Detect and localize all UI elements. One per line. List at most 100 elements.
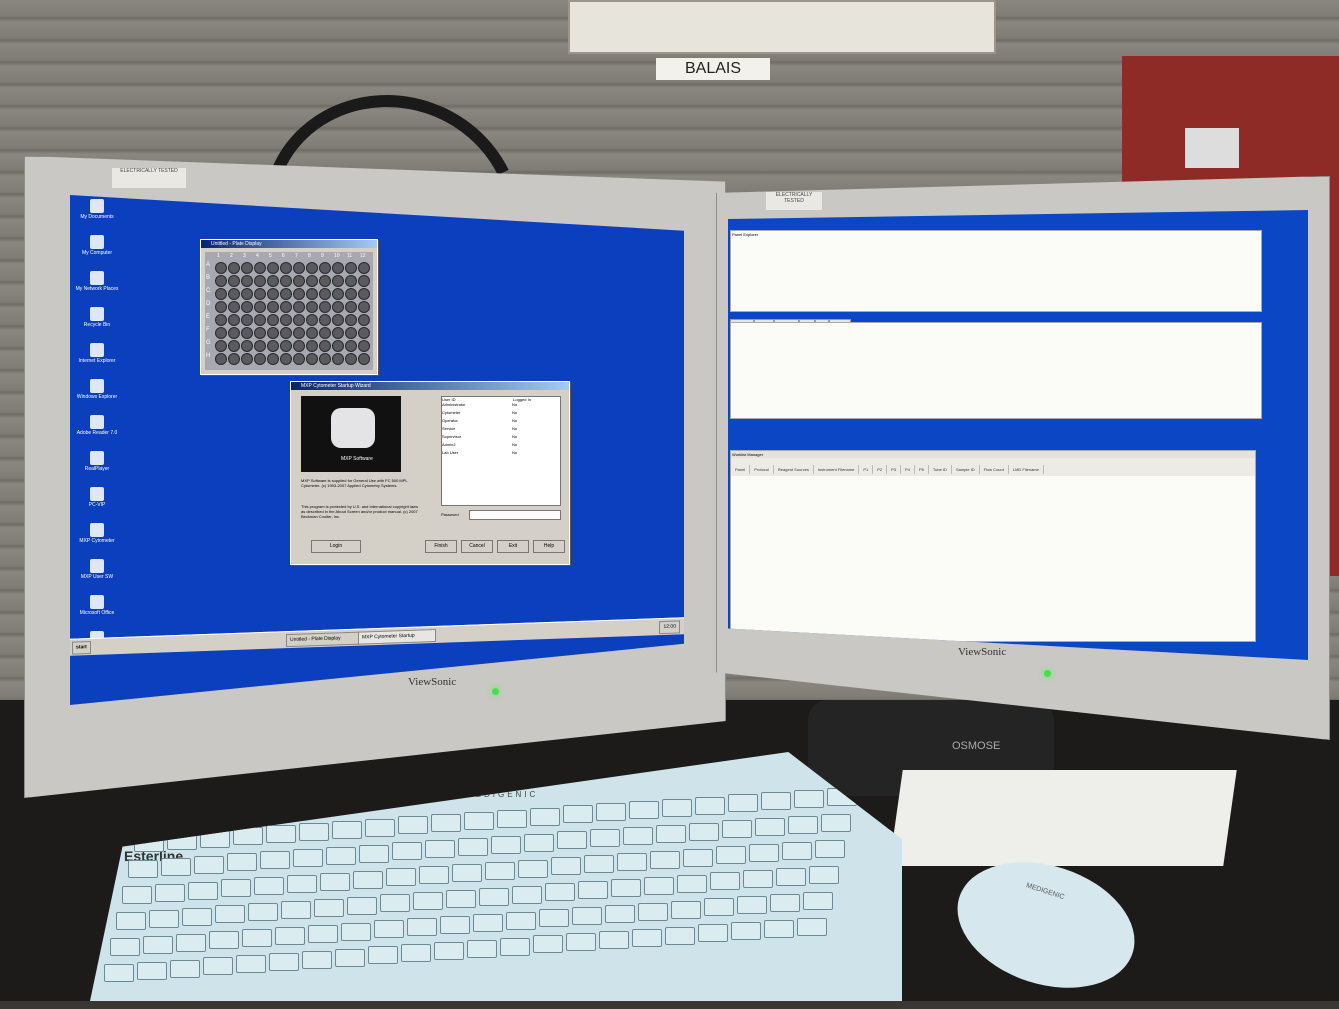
plate-well[interactable] — [293, 288, 305, 300]
keyboard-key[interactable] — [749, 844, 779, 863]
plate-well[interactable] — [358, 340, 370, 352]
plate-well[interactable] — [332, 275, 344, 287]
plate-well[interactable] — [254, 327, 266, 339]
plate-well[interactable] — [332, 288, 344, 300]
keyboard-key[interactable] — [425, 840, 455, 859]
keyboard-key[interactable] — [821, 813, 851, 832]
keyboard-key[interactable] — [266, 825, 296, 844]
plate-well[interactable] — [241, 275, 253, 287]
plate-well[interactable] — [332, 353, 344, 365]
keyboard-key[interactable] — [698, 924, 728, 943]
plate-well[interactable] — [267, 275, 279, 287]
column-header[interactable]: P2 — [873, 465, 888, 474]
plate-well[interactable] — [358, 262, 370, 274]
keyboard-key[interactable] — [545, 883, 575, 902]
plate-well[interactable] — [267, 288, 279, 300]
keyboard-key[interactable] — [386, 868, 416, 887]
plate-well[interactable] — [241, 327, 253, 339]
desktop-icon[interactable]: My Documents — [74, 199, 120, 220]
plate-well[interactable] — [228, 301, 240, 313]
keyboard-key[interactable] — [788, 816, 818, 834]
desktop-icon[interactable]: MXP Cytometer — [74, 523, 120, 544]
column-header[interactable]: P5 — [915, 465, 929, 474]
plate-well[interactable] — [293, 327, 305, 339]
plate-well[interactable] — [306, 288, 318, 300]
column-header[interactable]: Sample ID — [952, 465, 980, 474]
wizard-button-login[interactable]: Login — [311, 540, 361, 553]
plate-well[interactable] — [280, 327, 292, 339]
keyboard-key[interactable] — [671, 900, 701, 919]
keyboard-key[interactable] — [590, 829, 620, 848]
keyboard-key[interactable] — [605, 905, 635, 923]
keyboard-key[interactable] — [155, 883, 185, 902]
plate-well[interactable] — [345, 327, 357, 339]
keyboard-key[interactable] — [161, 857, 191, 876]
plate-well[interactable] — [358, 314, 370, 326]
keyboard-key[interactable] — [596, 803, 626, 822]
wizard-button-finish[interactable]: Finish — [425, 540, 457, 553]
column-header[interactable]: Panel — [731, 465, 751, 474]
plate-well[interactable] — [306, 314, 318, 326]
keyboard-key[interactable] — [269, 953, 299, 971]
keyboard-key[interactable] — [176, 933, 206, 952]
keyboard-key[interactable] — [254, 877, 284, 896]
keyboard-key[interactable] — [320, 872, 350, 891]
keyboard-key[interactable] — [104, 964, 134, 982]
desktop-icon[interactable]: PC-VIP — [74, 487, 120, 508]
plate-well[interactable] — [280, 353, 292, 365]
keyboard-key[interactable] — [182, 907, 212, 926]
plate-well[interactable] — [215, 314, 227, 326]
keyboard-key[interactable] — [566, 933, 596, 952]
keyboard-key[interactable] — [677, 874, 707, 893]
plate-well[interactable] — [345, 262, 357, 274]
keyboard-key[interactable] — [695, 796, 725, 815]
plate-well[interactable] — [293, 314, 305, 326]
plate-well[interactable] — [215, 288, 227, 300]
keyboard-key[interactable] — [662, 798, 692, 817]
keyboard-key[interactable] — [467, 939, 497, 958]
desktop-icon[interactable]: My Network Places — [74, 271, 120, 292]
keyboard-key[interactable] — [281, 901, 311, 919]
keyboard-key[interactable] — [776, 868, 806, 886]
keyboard-key[interactable] — [479, 887, 509, 906]
plate-well[interactable] — [215, 340, 227, 352]
plate-well[interactable] — [306, 327, 318, 339]
plate-well[interactable] — [280, 301, 292, 313]
keyboard-key[interactable] — [638, 902, 668, 921]
keyboard-key[interactable] — [599, 931, 629, 949]
keyboard-key[interactable] — [392, 842, 422, 861]
keyboard-key[interactable] — [782, 842, 812, 860]
plate-well[interactable] — [280, 262, 292, 274]
keyboard-key[interactable] — [722, 820, 752, 839]
keyboard-key[interactable] — [491, 835, 521, 854]
keyboard-key[interactable] — [122, 886, 152, 904]
keyboard-key[interactable] — [446, 890, 476, 908]
plate-well[interactable] — [241, 301, 253, 313]
keyboard-key[interactable] — [407, 918, 437, 937]
keyboard-key[interactable] — [632, 928, 662, 947]
user-row[interactable]: Lab User No — [442, 450, 560, 458]
column-header[interactable]: Reagent Sources — [774, 465, 814, 474]
plate-well[interactable] — [319, 275, 331, 287]
keyboard-key[interactable] — [398, 816, 428, 835]
plate-well[interactable] — [215, 353, 227, 365]
keyboard-key[interactable] — [644, 876, 674, 895]
password-input[interactable] — [469, 510, 561, 520]
plate-well[interactable] — [345, 288, 357, 300]
keyboard-key[interactable] — [194, 855, 224, 874]
desktop-icon[interactable]: My Computer — [74, 235, 120, 256]
keyboard-key[interactable] — [794, 790, 824, 808]
keyboard-key[interactable] — [617, 853, 647, 871]
column-header[interactable]: Flow Count — [980, 465, 1009, 474]
keyboard-key[interactable] — [803, 891, 833, 910]
user-row[interactable]: Supervisor No — [442, 434, 560, 442]
keyboard-key[interactable] — [203, 957, 233, 976]
keyboard-key[interactable] — [689, 822, 719, 841]
keyboard-key[interactable] — [440, 916, 470, 934]
column-header[interactable]: P4 — [901, 465, 915, 474]
plate-well[interactable] — [267, 327, 279, 339]
keyboard-key[interactable] — [737, 896, 767, 915]
plate-well[interactable] — [293, 340, 305, 352]
keyboard-key[interactable] — [227, 853, 257, 872]
plate-well[interactable] — [254, 340, 266, 352]
